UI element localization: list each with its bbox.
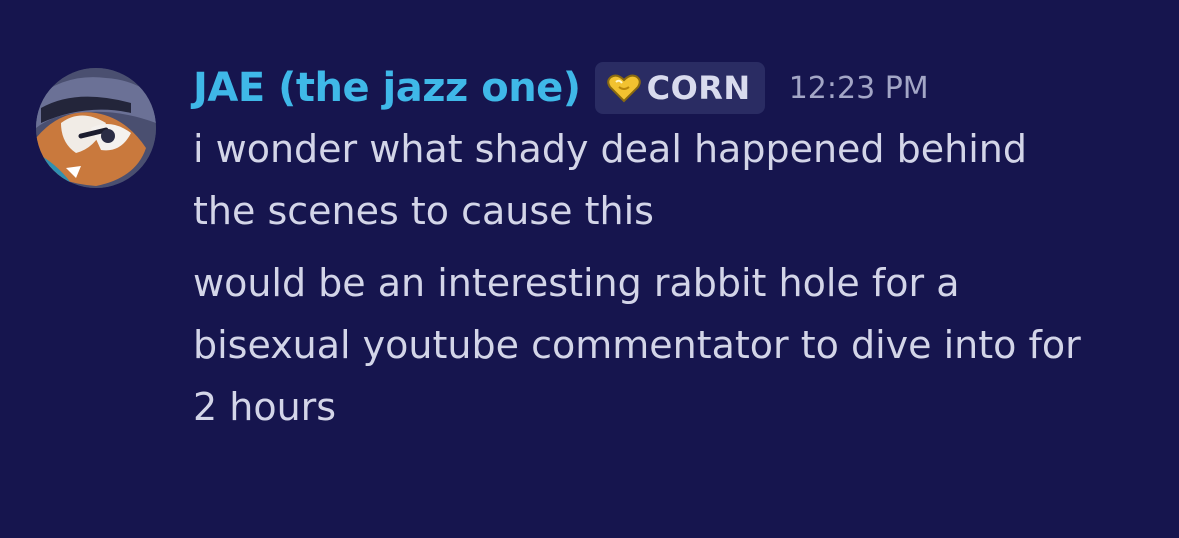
- message-body-first[interactable]: i wonder what shady deal happened behind…: [193, 118, 1153, 242]
- avatar-image: [36, 68, 156, 188]
- message-body-second[interactable]: would be an interesting rabbit hole for …: [193, 252, 1153, 438]
- message-header: JAE (the jazz one) CORN 12:23 PM: [193, 58, 1153, 118]
- gold-heart-icon: [606, 74, 641, 103]
- avatar[interactable]: [36, 68, 156, 188]
- username[interactable]: JAE (the jazz one): [193, 65, 581, 111]
- chat-message: JAE (the jazz one) CORN 12:23 PM i wonde…: [0, 0, 1179, 538]
- message-line: would be an interesting rabbit hole for …: [193, 261, 960, 305]
- message-line: 2 hours: [193, 385, 337, 429]
- message-line: i wonder what shady deal happened behind: [193, 127, 1027, 171]
- message-content: JAE (the jazz one) CORN 12:23 PM i wonde…: [193, 58, 1153, 438]
- timestamp[interactable]: 12:23 PM: [789, 71, 929, 106]
- server-tag[interactable]: CORN: [594, 62, 765, 114]
- message-line: bisexual youtube commentator to dive int…: [193, 323, 1081, 367]
- server-tag-label: CORN: [646, 69, 751, 107]
- message-line: the scenes to cause this: [193, 189, 654, 233]
